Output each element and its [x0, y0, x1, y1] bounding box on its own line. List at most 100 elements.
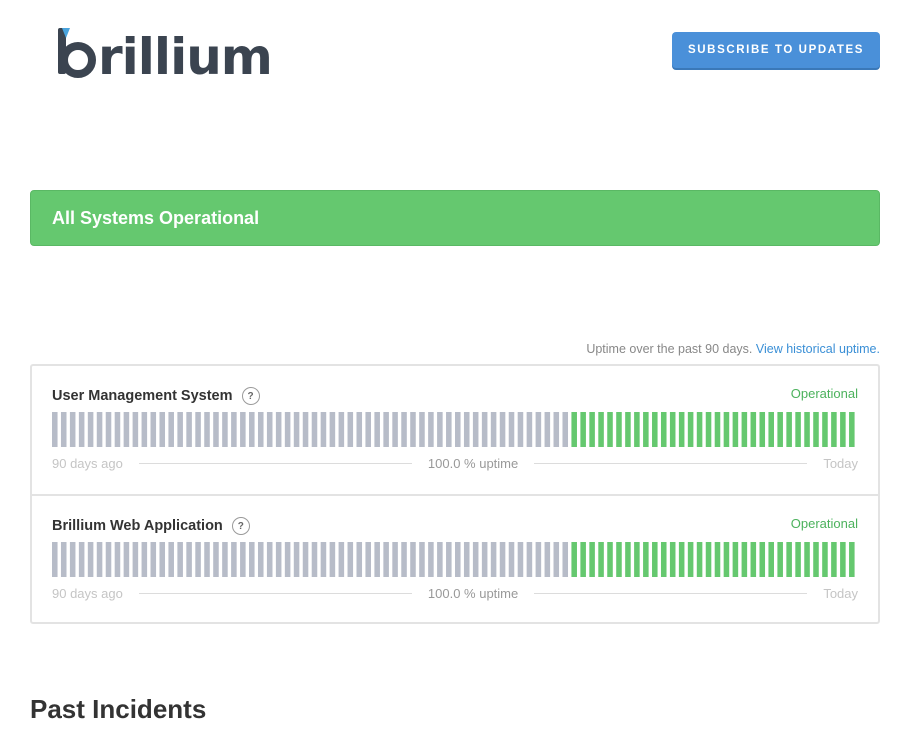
uptime-bar-no-data[interactable] — [222, 412, 228, 447]
uptime-bar-no-data[interactable] — [535, 412, 542, 447]
uptime-bar-no-data[interactable] — [562, 542, 569, 577]
uptime-bar-no-data[interactable] — [78, 412, 85, 447]
uptime-bar-operational[interactable] — [840, 412, 846, 447]
uptime-bar-no-data[interactable] — [69, 542, 76, 577]
uptime-bar-no-data[interactable] — [132, 412, 139, 447]
uptime-bar-no-data[interactable] — [302, 412, 309, 447]
help-icon[interactable]: ? — [231, 517, 250, 535]
uptime-bar-no-data[interactable] — [257, 542, 264, 577]
uptime-bar-operational[interactable] — [660, 412, 667, 447]
uptime-bar-operational[interactable] — [804, 542, 810, 577]
uptime-bar-operational[interactable] — [625, 542, 631, 577]
uptime-bar-no-data[interactable] — [177, 542, 183, 577]
uptime-bar-no-data[interactable] — [311, 542, 318, 577]
uptime-bar-no-data[interactable] — [87, 412, 94, 447]
uptime-bar-no-data[interactable] — [52, 542, 58, 577]
uptime-bar-no-data[interactable] — [60, 542, 67, 577]
uptime-bar-operational[interactable] — [750, 542, 757, 577]
uptime-bar-no-data[interactable] — [544, 542, 551, 577]
uptime-bar-no-data[interactable] — [231, 542, 237, 577]
uptime-bar-no-data[interactable] — [52, 412, 58, 447]
uptime-bar-no-data[interactable] — [490, 542, 497, 577]
uptime-bar-no-data[interactable] — [517, 542, 524, 577]
uptime-bar-operational[interactable] — [634, 412, 640, 447]
uptime-bar-no-data[interactable] — [347, 542, 354, 577]
uptime-bar-operational[interactable] — [669, 542, 676, 577]
uptime-bar-operational[interactable] — [714, 412, 721, 447]
uptime-bar-no-data[interactable] — [186, 412, 192, 447]
uptime-bar-no-data[interactable] — [428, 412, 434, 447]
uptime-bar-operational[interactable] — [616, 542, 622, 577]
uptime-bar-no-data[interactable] — [446, 542, 452, 577]
uptime-bar-operational[interactable] — [696, 412, 703, 447]
uptime-bar-no-data[interactable] — [293, 542, 300, 577]
uptime-bar-operational[interactable] — [705, 542, 712, 577]
uptime-bar-operational[interactable] — [732, 542, 739, 577]
uptime-bar-no-data[interactable] — [240, 542, 246, 577]
uptime-bar-no-data[interactable] — [455, 542, 461, 577]
uptime-bar-no-data[interactable] — [392, 542, 398, 577]
uptime-bar-operational[interactable] — [687, 542, 694, 577]
uptime-bar-operational[interactable] — [831, 542, 837, 577]
uptime-bar-no-data[interactable] — [472, 412, 479, 447]
uptime-bar-no-data[interactable] — [302, 542, 309, 577]
uptime-bar-no-data[interactable] — [374, 412, 380, 447]
uptime-bar-no-data[interactable] — [437, 542, 443, 577]
uptime-bar-operational[interactable] — [571, 542, 577, 577]
uptime-bar-operational[interactable] — [750, 412, 757, 447]
uptime-bar-operational[interactable] — [795, 542, 801, 577]
uptime-bar-no-data[interactable] — [490, 412, 497, 447]
uptime-bar-no-data[interactable] — [150, 542, 157, 577]
uptime-bar-operational[interactable] — [589, 412, 595, 447]
uptime-bar-operational[interactable] — [777, 412, 783, 447]
uptime-bar-no-data[interactable] — [231, 412, 237, 447]
uptime-bar-no-data[interactable] — [114, 542, 121, 577]
uptime-bar-no-data[interactable] — [204, 412, 210, 447]
uptime-bar-no-data[interactable] — [132, 542, 139, 577]
uptime-bar-no-data[interactable] — [320, 542, 327, 577]
uptime-bar-no-data[interactable] — [114, 412, 121, 447]
uptime-bar-no-data[interactable] — [150, 412, 157, 447]
uptime-bar-no-data[interactable] — [275, 412, 282, 447]
uptime-bar-operational[interactable] — [607, 542, 613, 577]
uptime-bar-no-data[interactable] — [481, 542, 488, 577]
uptime-bar-operational[interactable] — [840, 542, 846, 577]
uptime-bar-operational[interactable] — [723, 542, 730, 577]
subscribe-button[interactable]: SUBSCRIBE TO UPDATES — [672, 32, 880, 68]
uptime-bar-operational[interactable] — [822, 542, 828, 577]
uptime-bar-no-data[interactable] — [553, 542, 560, 577]
uptime-bar-no-data[interactable] — [410, 412, 416, 447]
uptime-bar-no-data[interactable] — [87, 542, 94, 577]
uptime-bar-operational[interactable] — [580, 542, 586, 577]
uptime-bar-no-data[interactable] — [195, 412, 201, 447]
uptime-bar-operational[interactable] — [598, 542, 604, 577]
uptime-bar-no-data[interactable] — [356, 542, 363, 577]
uptime-bar-no-data[interactable] — [284, 412, 291, 447]
uptime-bar-operational[interactable] — [652, 412, 658, 447]
uptime-bar-no-data[interactable] — [419, 412, 425, 447]
uptime-bar-no-data[interactable] — [338, 412, 345, 447]
uptime-bar-no-data[interactable] — [168, 412, 174, 447]
uptime-bar-no-data[interactable] — [213, 542, 219, 577]
uptime-bar-no-data[interactable] — [222, 542, 228, 577]
uptime-bar-operational[interactable] — [678, 542, 685, 577]
uptime-bar-operational[interactable] — [678, 412, 685, 447]
uptime-bar-no-data[interactable] — [383, 412, 389, 447]
uptime-bar-operational[interactable] — [849, 412, 855, 447]
uptime-bar-operational[interactable] — [831, 412, 837, 447]
uptime-bar-operational[interactable] — [741, 412, 748, 447]
uptime-bar-no-data[interactable] — [401, 542, 407, 577]
uptime-bar-no-data[interactable] — [168, 542, 174, 577]
uptime-bar-no-data[interactable] — [60, 412, 67, 447]
uptime-bar-operational[interactable] — [660, 542, 667, 577]
uptime-bar-operational[interactable] — [741, 542, 748, 577]
uptime-bar-no-data[interactable] — [347, 412, 354, 447]
uptime-bar-no-data[interactable] — [159, 542, 166, 577]
uptime-bar-no-data[interactable] — [257, 412, 264, 447]
uptime-bar-no-data[interactable] — [159, 412, 166, 447]
uptime-bar-no-data[interactable] — [499, 542, 506, 577]
uptime-bar-no-data[interactable] — [266, 412, 273, 447]
uptime-bar-no-data[interactable] — [96, 542, 103, 577]
uptime-bar-no-data[interactable] — [123, 542, 130, 577]
uptime-bar-no-data[interactable] — [410, 542, 416, 577]
